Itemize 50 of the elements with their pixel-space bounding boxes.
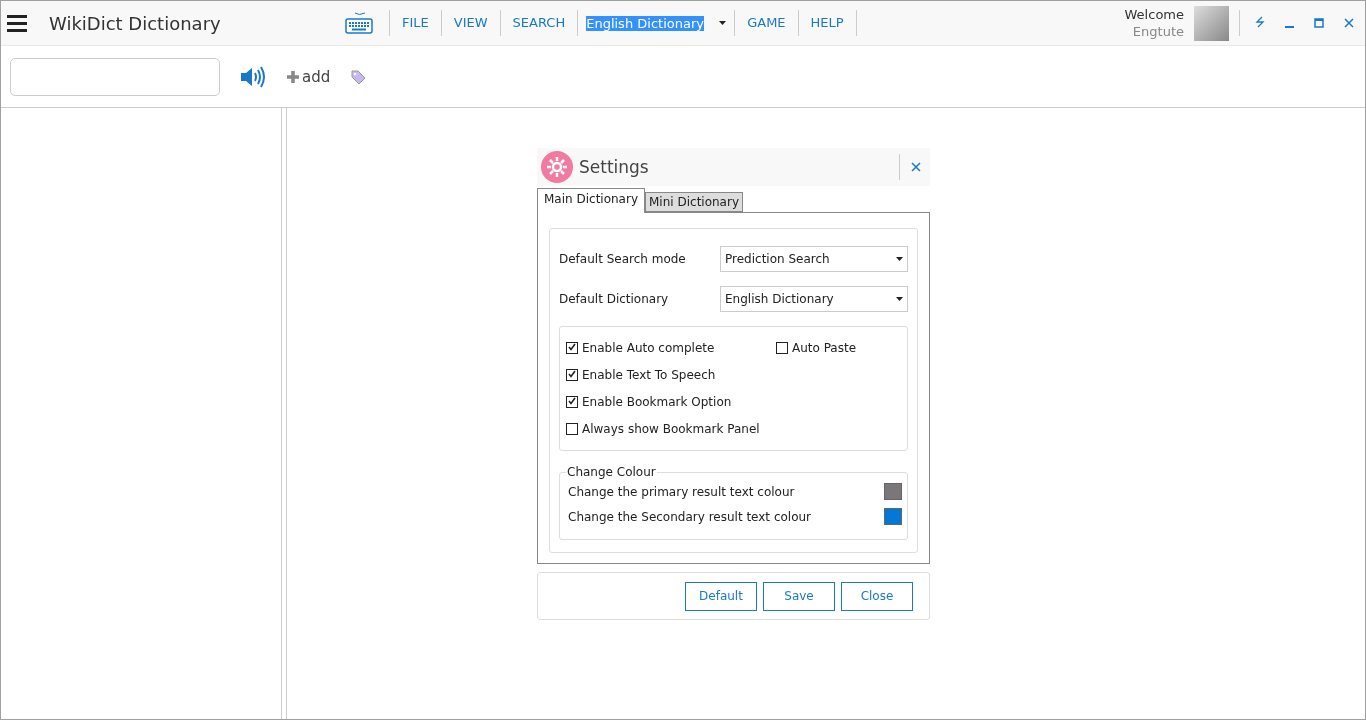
- dropdown[interactable]: Prediction Search: [720, 246, 908, 272]
- checkbox-label: Enable Text To Speech: [582, 368, 716, 382]
- checkbox[interactable]: [566, 423, 578, 435]
- plus-icon: [286, 69, 300, 84]
- tab[interactable]: Mini Dictionary: [645, 192, 743, 212]
- menu-icon[interactable]: [7, 14, 27, 32]
- menu-item[interactable]: HELP: [797, 10, 856, 36]
- checkbox-label: Always show Bookmark Panel: [582, 422, 760, 436]
- close-icon: [911, 162, 921, 172]
- welcome-text: Welcome: [1124, 6, 1184, 23]
- field-label: Default Dictionary: [559, 292, 670, 306]
- speaker-icon[interactable]: [240, 65, 266, 88]
- colour-label: Change the Secondary result text colour: [568, 509, 812, 524]
- menu-item[interactable]: GAME: [734, 10, 798, 36]
- checkbox[interactable]: [566, 396, 578, 408]
- tag-icon[interactable]: [350, 68, 367, 85]
- menu-item[interactable]: FILE: [389, 10, 441, 36]
- close-icon: [1344, 18, 1354, 28]
- checkbox-label: Enable Bookmark Option: [582, 395, 732, 409]
- checkbox-label: Enable Auto complete: [582, 341, 715, 355]
- user-name: Engtute: [1132, 23, 1184, 40]
- caret-icon: [896, 297, 903, 301]
- checkbox-label: Auto Paste: [792, 341, 857, 355]
- checkbox[interactable]: [566, 369, 578, 381]
- minimize-icon: [1285, 26, 1294, 28]
- dialog-button[interactable]: Save: [763, 581, 835, 611]
- group-legend: Change Colour: [566, 465, 657, 479]
- gear-icon: [541, 151, 573, 183]
- colour-swatch[interactable]: [884, 483, 902, 500]
- dropdown[interactable]: English Dictionary: [720, 286, 908, 312]
- checkbox[interactable]: [776, 342, 788, 354]
- dialog-button[interactable]: Close: [841, 581, 913, 611]
- keyboard-icon[interactable]: [345, 12, 373, 34]
- tab[interactable]: Main Dictionary: [537, 188, 645, 213]
- app-title: WikiDict Dictionary: [49, 12, 222, 34]
- caret-icon: [896, 257, 903, 261]
- maximize-icon: [1314, 18, 1324, 28]
- add-button[interactable]: add: [286, 67, 331, 86]
- colour-label: Change the primary result text colour: [568, 484, 795, 499]
- menu-item[interactable]: SEARCH: [499, 10, 578, 36]
- avatar-photo-placeholder: [1194, 5, 1229, 41]
- colour-swatch[interactable]: [884, 508, 902, 525]
- menu-item[interactable]: VIEW: [440, 10, 500, 36]
- checkbox[interactable]: [566, 342, 578, 354]
- dialog-title: Settings: [579, 157, 650, 177]
- caret-icon: [719, 21, 727, 25]
- field-label: Default Search mode: [559, 252, 687, 266]
- search-field[interactable]: [10, 57, 220, 96]
- dialog-button[interactable]: Default: [685, 581, 757, 611]
- lightning-icon: [1255, 16, 1265, 28]
